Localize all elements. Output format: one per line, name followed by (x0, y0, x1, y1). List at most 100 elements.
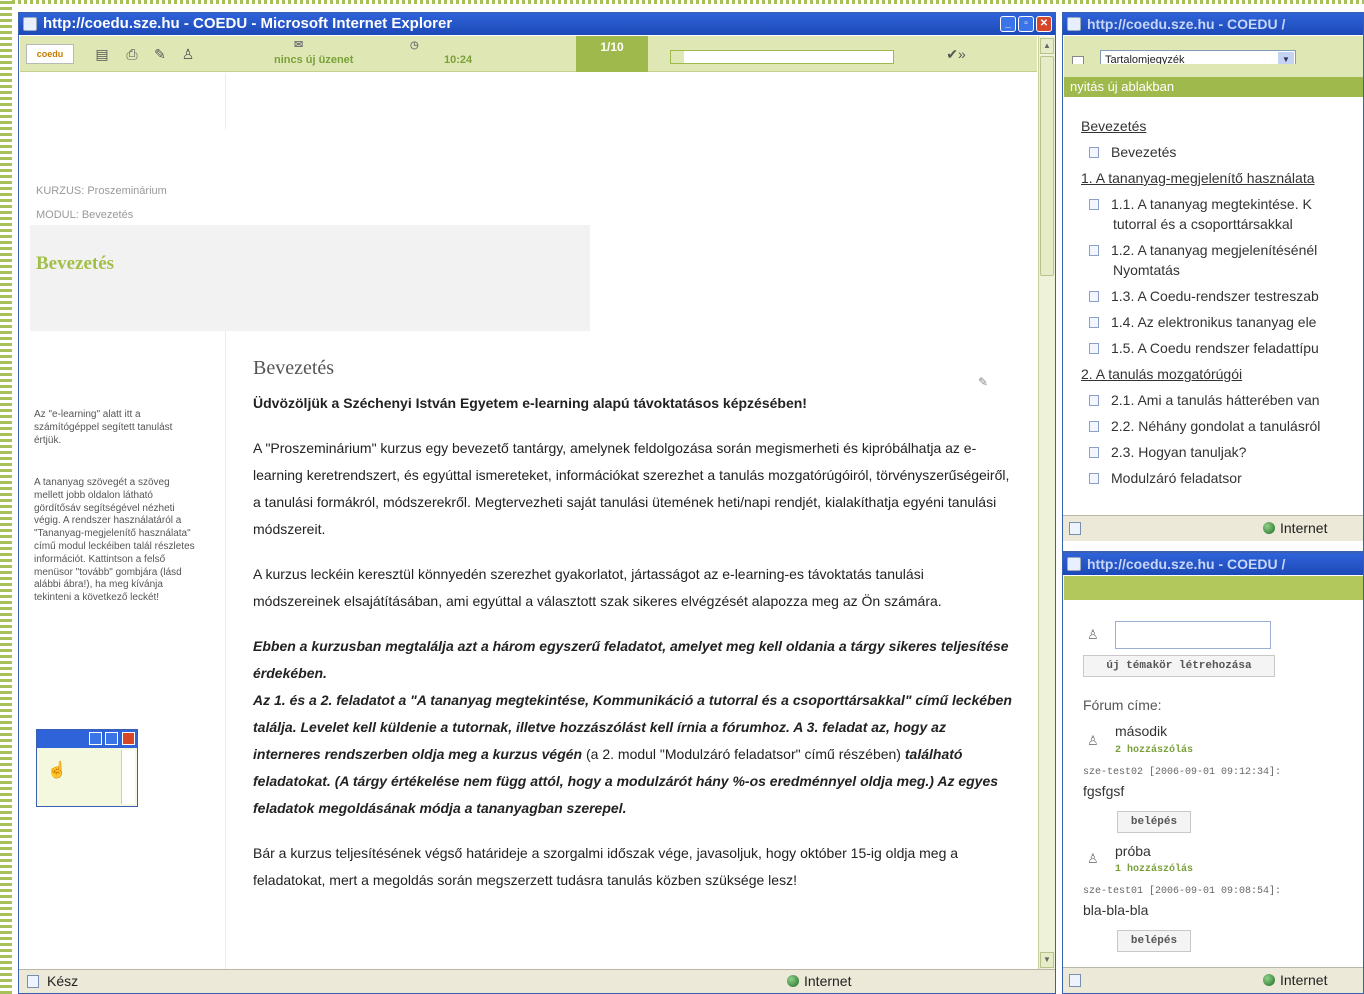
main-browser-window: http://coedu.sze.hu - COEDU - Microsoft … (18, 12, 1056, 994)
toc-lesson-item[interactable]: 1.4. Az elektronikus tananyag ele (1081, 309, 1363, 335)
article-paragraph-1: A "Proszeminárium" kurzus egy bevezető t… (253, 440, 1010, 537)
forum-header-band (1064, 576, 1363, 600)
lesson-page-icon (1089, 343, 1099, 354)
toc-item-label: 1. A tananyag-megjelenítő használata (1081, 170, 1315, 186)
scroll-down-arrow[interactable]: ▼ (1040, 952, 1054, 968)
main-scrollbar[interactable]: ▲ ▼ (1038, 36, 1055, 970)
topic-name-2[interactable]: próba (1115, 843, 1151, 859)
topic-count-1: 2 hozzászólás (1115, 745, 1194, 756)
forum-zone: Internet (1263, 969, 1327, 992)
user-icon: ♙ (1087, 851, 1099, 866)
envelope-icon[interactable]: ✉ (294, 38, 303, 51)
main-titlebar[interactable]: http://coedu.sze.hu - COEDU - Microsoft … (19, 13, 1055, 35)
scroll-up-arrow[interactable]: ▲ (1040, 38, 1054, 54)
globe-icon (1263, 974, 1275, 986)
toc-lesson-item[interactable]: Modulzáró feladatsor (1081, 465, 1363, 491)
welcome-text: Üdvözöljük a Széchenyi István Egyetem e-… (253, 395, 807, 411)
message-area: ✉ nincs új üzenet ◷ 10:24 (230, 36, 576, 72)
toc-item-label: 2.2. Néhány gondolat a tanulásról (1111, 418, 1321, 434)
module-label: MODUL: Bevezetés (36, 209, 134, 221)
topic-meta-2: sze-test01 [2006-09-01 09:08:54]: (1083, 886, 1282, 897)
coedu-toolbar: coedu ▤ ⎙ ✎ ♙ ✉ nincs új üzenet ◷ 10:24 … (20, 36, 1037, 72)
article: Bevezetés Üdvözöljük a Széchenyi István … (253, 355, 1013, 912)
toc-lesson-item[interactable]: 2.2. Néhány gondolat a tanulásról (1081, 413, 1363, 439)
user-icon[interactable]: ♙ (180, 45, 196, 63)
toc-section-heading[interactable]: 1. A tananyag-megjelenítő használata (1081, 165, 1363, 191)
lesson-page-icon (1089, 317, 1099, 328)
topic-text-2: bla-bla-bla (1083, 902, 1149, 918)
article-heading: Bevezetés (253, 357, 335, 379)
user-icon: ♙ (1087, 733, 1099, 748)
toc-item-label: Bevezetés (1111, 144, 1177, 160)
maximize-button[interactable]: ▫ (1018, 16, 1034, 32)
column-divider (225, 331, 226, 971)
tools-icon[interactable]: ✎ (152, 45, 168, 63)
toc-lesson-item[interactable]: 2.3. Hogyan tanuljak? (1081, 439, 1363, 465)
close-button[interactable]: ✕ (1036, 16, 1052, 32)
toc-item-label: 1.4. Az elektronikus tananyag ele (1111, 314, 1317, 330)
next-page-icon[interactable]: ✔» (944, 45, 968, 63)
toc-item-label: 1.1. A tananyag megtekintése. K (1111, 196, 1312, 212)
course-label: KURZUS: Proszeminárium (36, 185, 167, 197)
toc-lesson-item[interactable]: 2.1. Ami a tanulás hátterében van (1081, 387, 1363, 413)
lesson-page-icon (1089, 291, 1099, 302)
forum-window-title: http://coedu.sze.hu - COEDU / (1087, 556, 1286, 572)
lesson-progress-bar (670, 50, 894, 64)
open-new-window-label[interactable]: nyitás új ablakban (1064, 77, 1363, 97)
lesson-page-icon (1089, 199, 1099, 210)
main-statusbar: Kész Internet (19, 969, 1055, 993)
toc-lesson-item[interactable]: 1.3. A Coedu-rendszer testreszab (1081, 283, 1363, 309)
hand-cursor-icon: ☝ (47, 762, 67, 779)
forum-window: http://coedu.sze.hu - COEDU / ♙ új témak… (1062, 552, 1364, 994)
sidenote-navigation: A tananyag szövegét a szöveg mellett job… (34, 477, 195, 604)
coedu-logo[interactable]: coedu (26, 44, 74, 64)
toc-section-heading[interactable]: Bevezetés (1081, 113, 1363, 139)
new-topic-input[interactable] (1115, 621, 1271, 649)
print-icon[interactable]: ⎙ (124, 45, 140, 63)
next-button-illustration: ☝ (36, 729, 138, 807)
toc-controls: Tartalomjegyzék ▼ (1064, 36, 1363, 70)
toc-statusbar: Internet (1063, 515, 1363, 541)
toc-section-heading[interactable]: 2. A tanulás mozgatórúgói (1081, 361, 1363, 387)
toc-titlebar[interactable]: http://coedu.sze.hu - COEDU / (1063, 13, 1363, 35)
globe-icon (1263, 522, 1275, 534)
divider (225, 73, 226, 129)
scroll-thumb[interactable] (1040, 56, 1054, 276)
forum-titlebar[interactable]: http://coedu.sze.hu - COEDU / (1063, 553, 1363, 575)
toc-lesson-item-continuation: tutorral és a csoporttársakkal (1081, 211, 1363, 237)
toc-item-label: 2. A tanulás mozgatórúgói (1081, 366, 1243, 382)
minimize-button[interactable]: _ (1000, 16, 1016, 32)
lesson-page-icon (1089, 245, 1099, 256)
topic-count-2: 1 hozzászólás (1115, 864, 1194, 875)
forum-statusbar: Internet (1063, 967, 1363, 993)
enter-button-1[interactable]: belépés (1117, 811, 1191, 833)
clock-icon: ◷ (410, 40, 419, 51)
article-paragraph-2: A kurzus leckéin keresztül könnyedén sze… (253, 566, 942, 609)
toc-lesson-item[interactable]: 1.5. A Coedu rendszer feladattípu (1081, 335, 1363, 361)
toc-item-label: Modulzáró feladatsor (1111, 470, 1242, 486)
toc-lesson-item[interactable]: Bevezetés (1081, 139, 1363, 165)
session-time: 10:24 (444, 54, 473, 66)
toc-item-label: 2.1. Ami a tanulás hátterében van (1111, 392, 1320, 408)
section-title: Bevezetés (36, 253, 115, 274)
lesson-page-icon (1089, 421, 1099, 432)
notes-icon[interactable]: ▤ (94, 45, 110, 63)
topic-name-1[interactable]: második (1115, 723, 1167, 739)
lesson-page-icon (1089, 447, 1099, 458)
toc-list: Bevezetés Bevezetés 1. A tananyag-megjelen… (1081, 113, 1363, 491)
toc-window: http://coedu.sze.hu - COEDU / Tartalomje… (1062, 12, 1364, 552)
lesson-page-icon (1089, 147, 1099, 158)
task-reference: (a 2. modul "Modulzáró feladatsor" című … (586, 746, 901, 762)
topic-meta-1: sze-test02 [2006-09-01 09:12:34]: (1083, 767, 1282, 778)
toc-item-label: tutorral és a csoporttársakkal (1113, 216, 1293, 232)
lesson-page-icon (1089, 473, 1099, 484)
new-topic-button[interactable]: új témakör létrehozása (1083, 655, 1275, 677)
page-icon (27, 975, 39, 988)
desktop-border-top (0, 0, 1364, 4)
toc-item-label: 2.3. Hogyan tanuljak? (1111, 444, 1247, 460)
forum-title-label: Fórum címe: (1083, 697, 1162, 713)
lesson-content: KURZUS: Proszeminárium MODUL: Bevezetés … (20, 73, 1039, 971)
enter-button-2[interactable]: belépés (1117, 930, 1191, 952)
toc-item-label: 1.2. A tananyag megjelenítésénél (1111, 242, 1318, 258)
article-paragraph-3: Ebben a kurzusban megtalálja azt a három… (253, 633, 1013, 822)
